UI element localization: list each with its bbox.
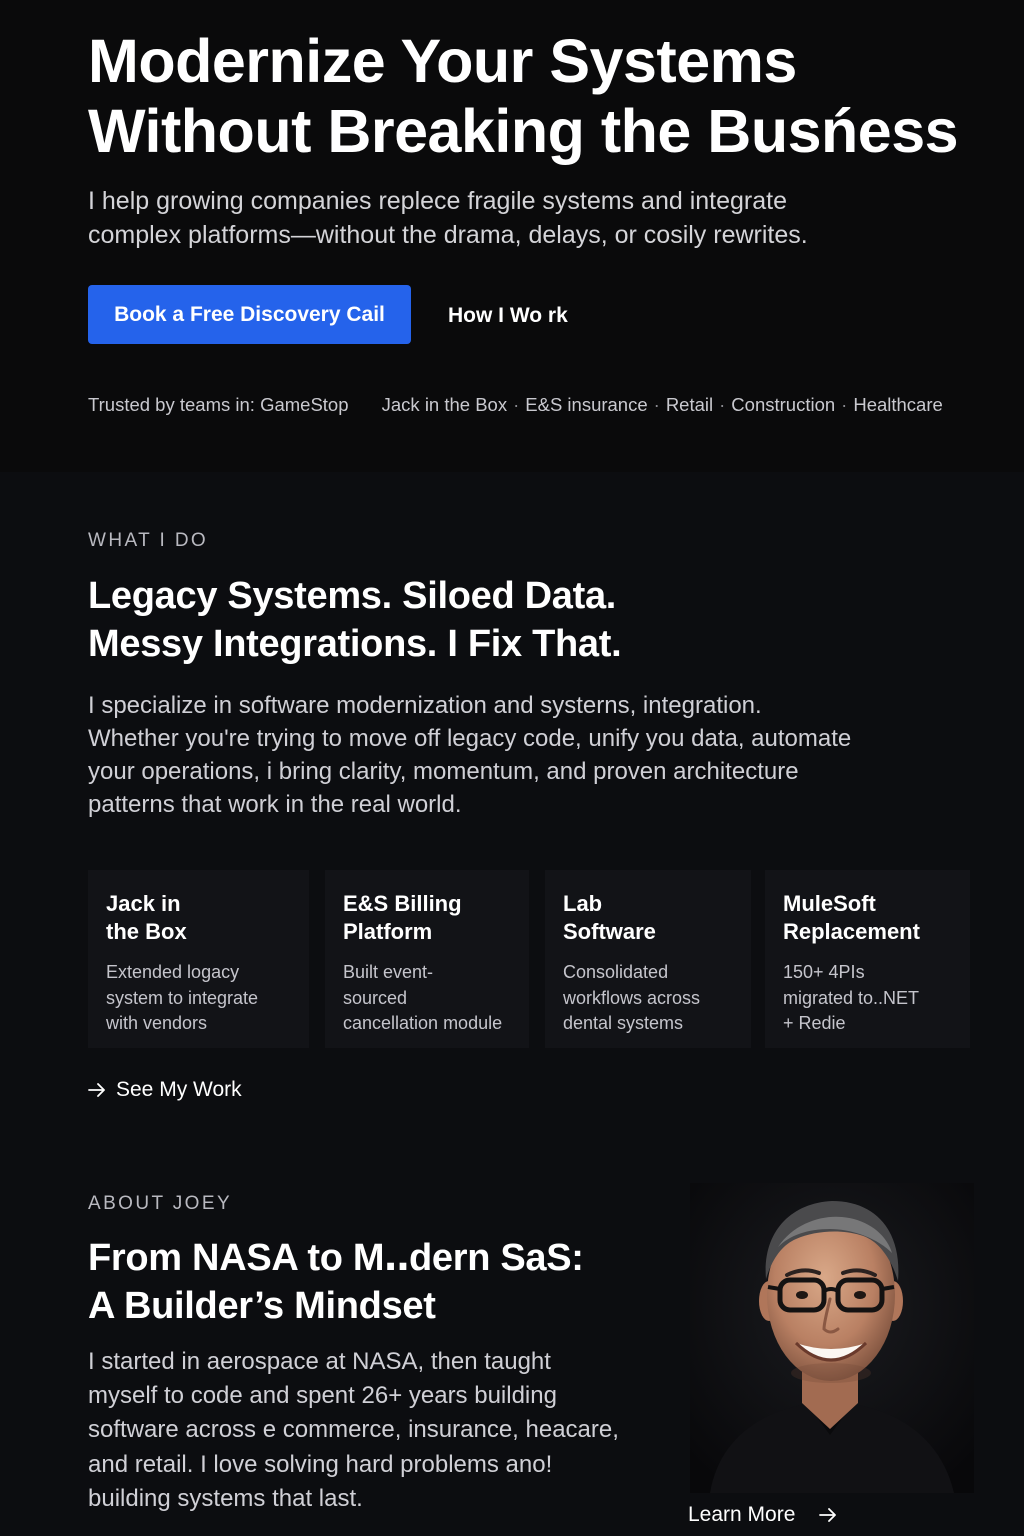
card-desc-line: Built event- (343, 962, 434, 982)
body-line: software across e commerce, insurance, h… (88, 1416, 619, 1444)
trusted-item: Retail (665, 394, 714, 415)
card-title: E&S Billing Platform (343, 890, 511, 946)
card-desc-line: + Redie (783, 1013, 846, 1033)
card-title-line: Software (563, 919, 656, 944)
project-card[interactable]: Lab Software Consolidated workflows acro… (545, 870, 751, 1048)
heading-line: Messy Integrations. I Fix That. (88, 623, 622, 665)
about-body: I started in aerospace at NASA, then tau… (88, 1345, 619, 1516)
trusted-item: Construction (731, 394, 836, 415)
how-i-work-button[interactable]: How I Wo rk (448, 300, 568, 332)
what-i-do-body: I specialize in software modernization a… (88, 689, 851, 821)
arrow-right-icon (819, 1508, 837, 1522)
heading-line: A Builder’s Mindset (88, 1285, 436, 1327)
card-desc-line: workflows across (563, 987, 701, 1008)
trusted-by-bar: Trusted by teams in: GameStop Jack in th… (88, 394, 943, 415)
learn-more-link[interactable]: Learn More (688, 1503, 837, 1527)
project-card[interactable]: E&S Billing Platform Built event- source… (325, 870, 529, 1048)
project-card[interactable]: MuleSoft Replacement 150+ 4PIs migrated … (765, 870, 970, 1048)
card-title: MuleSoft Replacement (783, 890, 952, 946)
card-desc-line: Extended logacy (106, 962, 240, 982)
about-eyebrow: ABOUT JOEY (88, 1193, 233, 1214)
hero-subtitle: I help growing companies replece fragile… (88, 184, 948, 252)
hero-title-line: Modernize Your Systems (88, 27, 797, 95)
card-title: Lab Software (563, 890, 733, 946)
what-i-do-eyebrow: WHAT I DO (88, 530, 209, 551)
card-title-line: MuleSoft (783, 891, 876, 916)
body-line: building systems that last. (88, 1484, 363, 1512)
trusted-item: Healthcare (853, 394, 943, 415)
hero-title: Modernize Your Systems Without Breaking … (88, 26, 1008, 166)
arrow-right-icon (88, 1083, 105, 1097)
card-title-line: Platform (343, 919, 433, 944)
profile-photo (690, 1183, 974, 1493)
card-desc-line: cancellation module (343, 1013, 503, 1033)
card-title-line: Lab (563, 891, 603, 916)
body-line: I specialize in software modernization a… (88, 692, 762, 719)
portrait-image (690, 1183, 974, 1493)
card-description: Built event- sourced cancellation module (343, 960, 511, 1037)
trusted-item: GameStop (260, 394, 349, 415)
see-my-work-link[interactable]: See My Work (88, 1078, 242, 1102)
heading-line: From NASA to M․․dern SaS: (88, 1237, 584, 1279)
card-title-line: Replacement (783, 919, 920, 944)
trusted-item: Jack in the Box (381, 394, 508, 415)
book-discovery-call-button[interactable]: Book a Free Discovery Cail (88, 285, 411, 344)
card-title-line: Jack in (106, 891, 181, 916)
body-line: and retail. I love solving hard problems… (88, 1450, 553, 1478)
learn-more-label: Learn More (688, 1503, 796, 1526)
card-description: 150+ 4PIs migrated to..NET + Redie (783, 960, 952, 1037)
body-line: myself to code and spent 26+ years build… (88, 1382, 557, 1410)
card-title-line: the Box (106, 919, 187, 944)
hero-subtitle-line: complex platforms—without the drama, del… (88, 221, 808, 249)
card-desc-line: Consolidated (563, 962, 669, 982)
hero-section: Modernize Your Systems Without Breaking … (0, 0, 1024, 472)
card-desc-line: migrated to..NET (783, 987, 920, 1008)
card-desc-line: sourced (343, 987, 408, 1008)
trusted-item: E&S insurance (525, 394, 648, 415)
project-card[interactable]: Jack in the Box Extended logacy system t… (88, 870, 309, 1048)
card-title: Jack in the Box (106, 890, 291, 946)
body-line: patterns that work in the real world. (88, 791, 462, 818)
body-line: your operations, i bring clarity, moment… (88, 758, 799, 785)
what-i-do-heading: Legacy Systems. Siloed Data. Messy Integ… (88, 572, 622, 668)
hero-title-line: Without Breaking the Busńess (88, 97, 959, 165)
card-description: Extended logacy system to integrate with… (106, 960, 291, 1037)
card-desc-line: system to integrate (106, 987, 259, 1008)
trusted-label: Trusted by teams in: (88, 394, 255, 415)
card-title-line: E&S Billing (343, 891, 462, 916)
card-desc-line: 150+ 4PIs (783, 962, 865, 982)
hero-subtitle-line: I help growing companies replece fragile… (88, 187, 787, 215)
see-my-work-label: See My Work (116, 1078, 242, 1101)
card-desc-line: dental systems (563, 1013, 684, 1033)
body-line: I started in aerospace at NASA, then tau… (88, 1348, 551, 1375)
card-desc-line: with vendors (106, 1013, 208, 1033)
card-description: Consolidated workflows across dental sys… (563, 960, 733, 1037)
about-heading: From NASA to M․․dern SaS: A Builder’s Mi… (88, 1234, 584, 1330)
heading-line: Legacy Systems. Siloed Data. (88, 575, 617, 617)
project-cards: Jack in the Box Extended logacy system t… (88, 870, 970, 1048)
body-line: Whether you're trying to move off legacy… (88, 725, 852, 752)
